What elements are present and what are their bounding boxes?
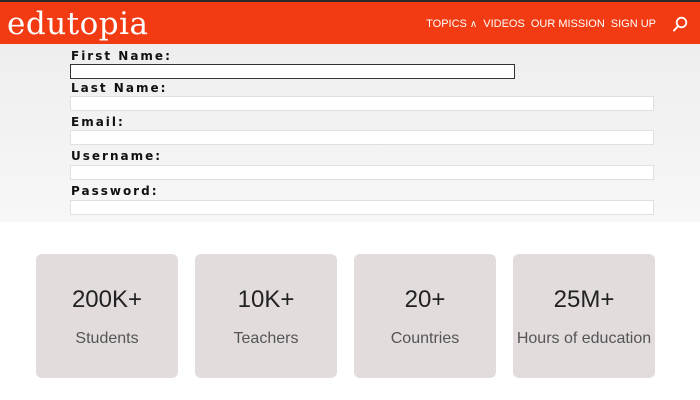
search-icon[interactable] bbox=[672, 16, 688, 32]
stat-value: 10K+ bbox=[237, 286, 295, 313]
chevron-up-icon: ∧ bbox=[469, 19, 478, 30]
last-name-input[interactable] bbox=[70, 96, 654, 111]
stat-value: 200K+ bbox=[71, 286, 143, 313]
stat-card-hours: 25M+ Hours of education bbox=[513, 254, 655, 378]
nav-videos[interactable]: VIDEOS bbox=[483, 17, 525, 33]
password-input[interactable] bbox=[70, 200, 654, 215]
stat-card-teachers: 10K+ Teachers bbox=[195, 254, 337, 378]
stat-value: 25M+ bbox=[553, 286, 615, 313]
main-nav: TOPICS ∧ VIDEOS OUR MISSION SIGN UP bbox=[426, 17, 656, 33]
nav-sign-up[interactable]: SIGN UP bbox=[611, 17, 656, 33]
stat-value: 20+ bbox=[404, 286, 446, 313]
nav-topics[interactable]: TOPICS ∧ bbox=[426, 17, 477, 33]
stat-label: Countries bbox=[390, 330, 460, 347]
stat-label: Students bbox=[75, 330, 139, 347]
nav-topics-label: TOPICS bbox=[426, 18, 467, 30]
stat-card-students: 200K+ Students bbox=[36, 254, 178, 378]
stats-section: 200K+ Students 10K+ Teachers 20+ Countri… bbox=[0, 222, 700, 400]
password-label: Password: bbox=[71, 184, 159, 198]
first-name-input[interactable] bbox=[70, 64, 515, 79]
edutopia-logo[interactable]: edutopia bbox=[7, 6, 149, 42]
username-input[interactable] bbox=[70, 165, 654, 180]
email-input[interactable] bbox=[70, 130, 654, 145]
stat-label: Hours of education bbox=[516, 330, 652, 347]
site-header: edutopia TOPICS ∧ VIDEOS OUR MISSION SIGN… bbox=[0, 0, 700, 44]
stat-label: Teachers bbox=[233, 330, 299, 347]
nav-our-mission[interactable]: OUR MISSION bbox=[531, 17, 605, 33]
email-label: Email: bbox=[71, 115, 125, 129]
last-name-label: Last Name: bbox=[71, 81, 168, 95]
first-name-label: First Name: bbox=[71, 49, 172, 63]
stat-card-countries: 20+ Countries bbox=[354, 254, 496, 378]
signup-form: First Name: Last Name: Email: Username: … bbox=[0, 44, 700, 222]
username-label: Username: bbox=[71, 149, 163, 163]
